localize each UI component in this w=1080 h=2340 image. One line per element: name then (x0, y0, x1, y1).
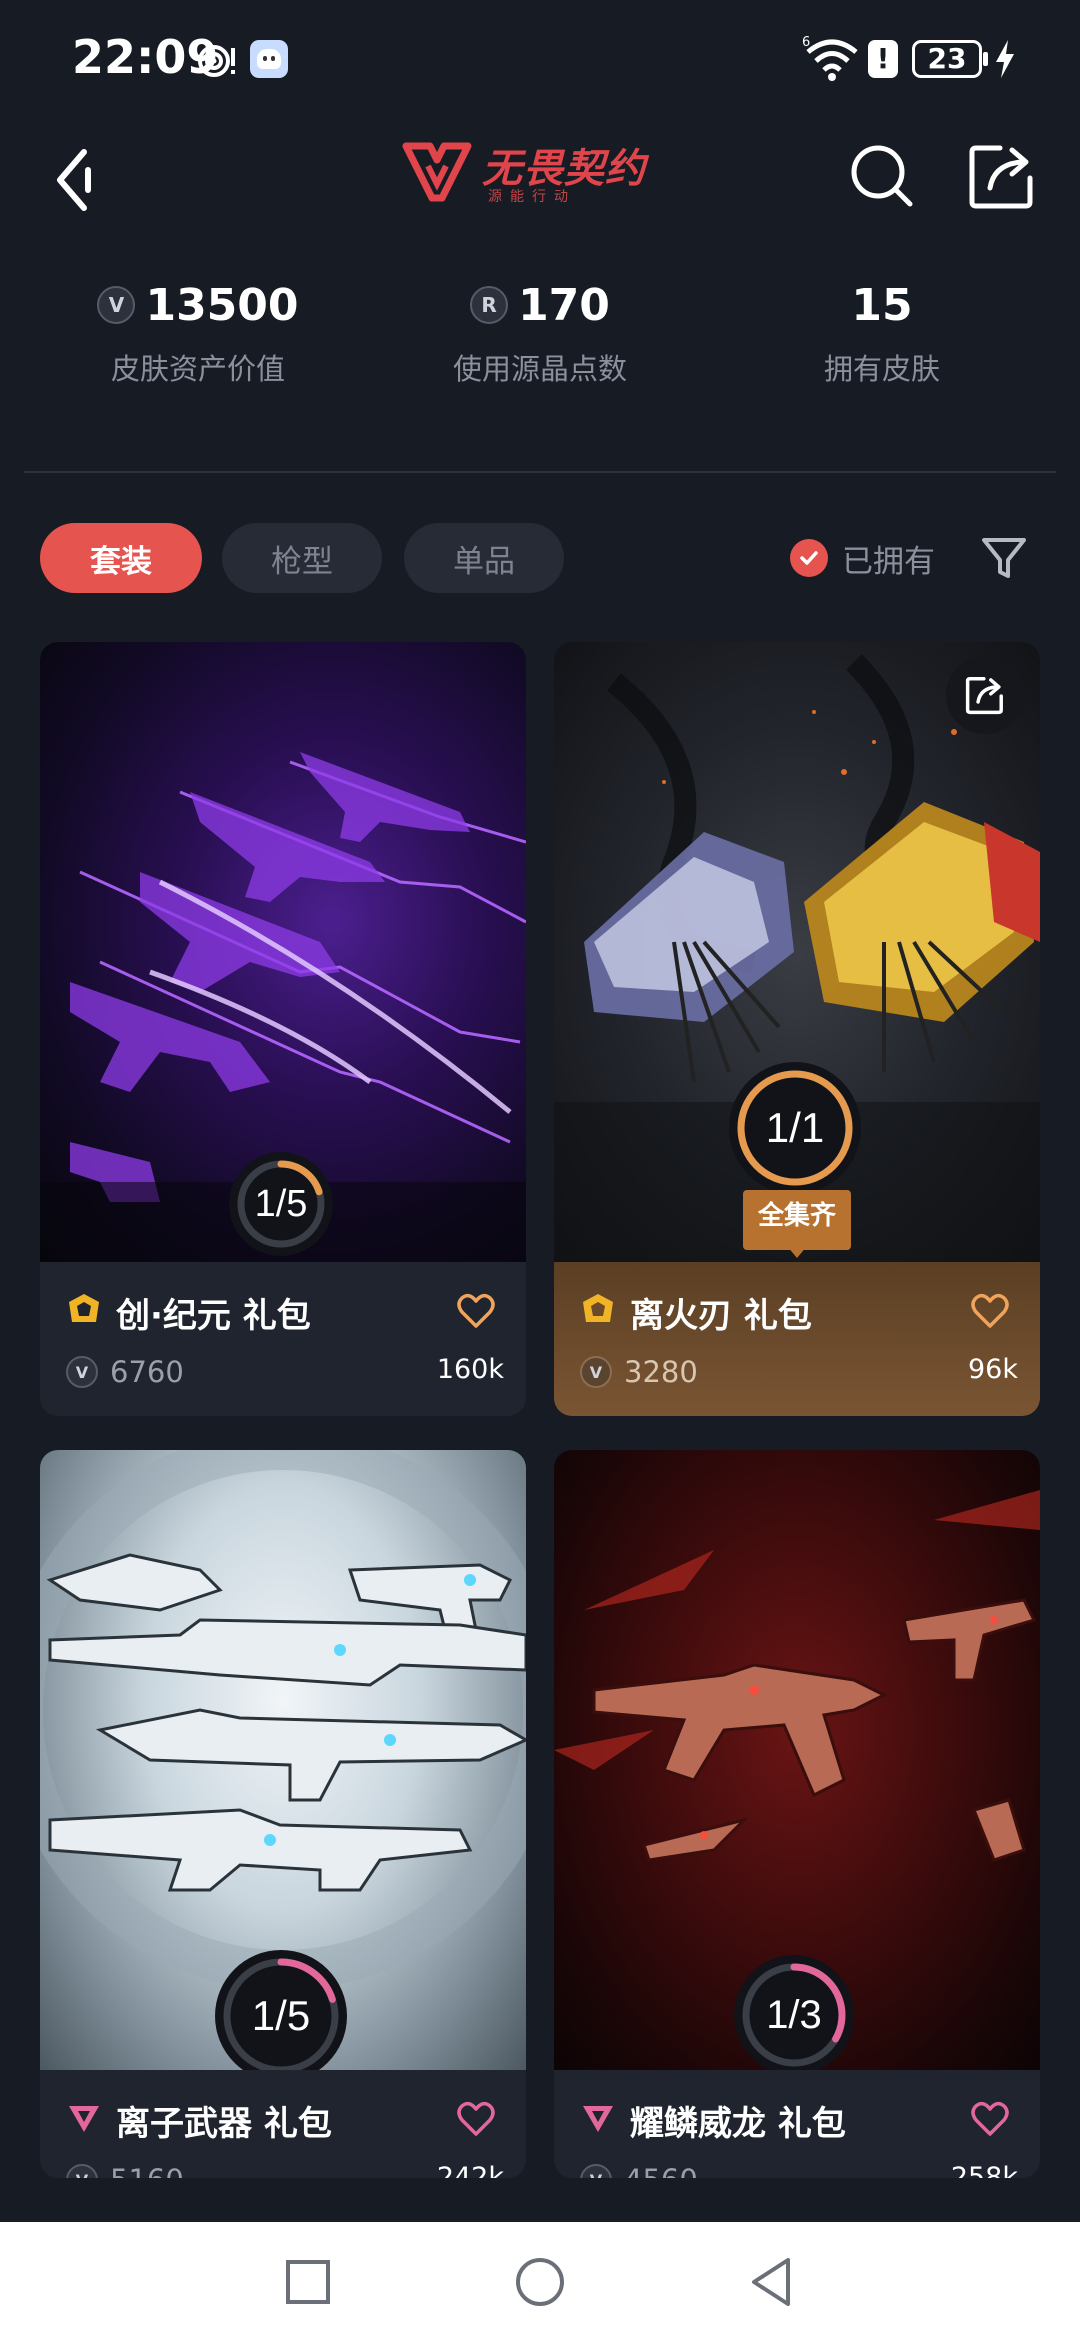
bundle-artwork: 1/5 (40, 642, 526, 1262)
hotspot-icon (198, 45, 235, 77)
bundle-artwork: 1/1 全集齐 (554, 642, 1040, 1262)
owned-toggle[interactable]: 已拥有 (790, 530, 935, 586)
bundle-artwork: 1/3 (554, 1450, 1040, 2070)
heart-icon[interactable] (456, 1292, 496, 1330)
valorant-points-icon: V (66, 2164, 98, 2178)
stat-owned-skins: 15 拥有皮肤 (712, 270, 1052, 410)
share-button[interactable] (964, 138, 1040, 214)
badge-pointer-icon (787, 1246, 807, 1258)
status-bar: 22:09 6 ! 23 (0, 0, 1080, 120)
heart-icon[interactable] (970, 1292, 1010, 1330)
page: 22:09 6 ! 23 无畏契约 源能行动 V 13500 皮肤资产价值 R … (0, 0, 1080, 2340)
valorant-points-icon: V (580, 2164, 612, 2178)
bundle-card[interactable]: 1/5 离子武器 礼包 V 5160 242k (40, 1450, 526, 2178)
stat-label: 使用源晶点数 (452, 352, 627, 386)
valorant-points-icon: V (580, 1356, 612, 1388)
valorant-points-icon: V (97, 286, 136, 324)
bundle-price: 3280 (624, 1355, 698, 1389)
likes-count: 160k (436, 1354, 504, 1385)
pink-tier-icon (583, 2106, 613, 2132)
bundle-card[interactable]: 1/5 创·纪元 礼包 V 6760 160k (40, 642, 526, 1416)
back-button[interactable] (36, 130, 126, 220)
stats-section: V 13500 皮肤资产价值 R 170 使用源晶点数 15 拥有皮肤 (0, 270, 1080, 420)
divider (24, 471, 1056, 473)
stat-asset-value: V 13500 皮肤资产价值 (28, 270, 368, 410)
logo-mark-icon (402, 142, 472, 202)
battery-level: 23 (927, 42, 967, 75)
collection-progress: 1/1 (729, 1062, 861, 1194)
collection-progress: 1/5 (215, 1950, 347, 2070)
svg-text:6: 6 (802, 35, 810, 50)
stat-value: 13500 (145, 279, 299, 331)
gold-tier-icon (69, 1294, 99, 1322)
pink-tier-icon (69, 2106, 99, 2132)
bundle-title: 创·纪元 礼包 (116, 1296, 311, 1336)
tab-bundles[interactable]: 套装 (40, 523, 202, 593)
stat-radianite-points: R 170 使用源晶点数 (370, 270, 710, 410)
radianite-points-icon: R (470, 286, 509, 324)
bundle-title: 离火刃 礼包 (630, 1296, 812, 1336)
nav-back-button[interactable] (742, 2252, 802, 2312)
likes-count: 242k (436, 2162, 504, 2178)
bundle-card[interactable]: 1/1 全集齐 离火刃 礼包 V 3280 96k (554, 642, 1040, 1416)
share-card-button[interactable] (946, 656, 1024, 734)
price-row: V 3280 (580, 1352, 698, 1392)
likes-count: 258k (950, 2162, 1018, 2178)
collection-progress: 1/5 (229, 1152, 333, 1256)
stat-label: 拥有皮肤 (823, 352, 940, 386)
progress-text: 1/1 (765, 1104, 825, 1151)
tab-single-items[interactable]: 单品 (404, 523, 564, 593)
app-header: 无畏契约 源能行动 (0, 120, 1080, 230)
bundle-card[interactable]: 1/3 耀鳞威龙 礼包 V 4560 258k (554, 1450, 1040, 2178)
progress-text: 1/5 (251, 1992, 311, 2039)
battery-icon: 23 (912, 40, 982, 78)
bundle-info: 创·纪元 礼包 V 6760 160k (40, 1262, 526, 1416)
valorant-points-icon: V (66, 1356, 98, 1388)
stat-value: 170 (518, 279, 610, 331)
price-row: V 4560 (580, 2160, 698, 2178)
bundle-title: 离子武器 礼包 (116, 2104, 332, 2144)
scroll-fade (0, 2178, 1080, 2222)
bundle-artwork: 1/5 (40, 1450, 526, 2070)
alert-icon: ! (868, 40, 898, 78)
system-nav-bar (0, 2222, 1080, 2340)
recent-apps-button[interactable] (278, 2252, 338, 2312)
home-button[interactable] (510, 2252, 570, 2312)
logo-subtitle: 源能行动 (488, 189, 576, 205)
complete-badge-label: 全集齐 (757, 1201, 836, 1231)
bundle-price: 5160 (110, 2163, 184, 2178)
complete-badge: 全集齐 (743, 1190, 851, 1258)
gold-tier-icon (583, 1294, 613, 1322)
price-row: V 6760 (66, 1352, 184, 1392)
progress-text: 1/5 (254, 1182, 308, 1225)
share-icon (965, 677, 1003, 715)
owned-label: 已拥有 (842, 543, 935, 580)
app-logo: 无畏契约 源能行动 (402, 134, 682, 210)
filter-button[interactable] (976, 530, 1032, 586)
likes-count: 96k (968, 1354, 1018, 1385)
bundle-info: 离火刃 礼包 V 3280 96k (554, 1262, 1040, 1416)
progress-text: 1/3 (766, 1992, 822, 2037)
search-button[interactable] (846, 140, 918, 212)
bundle-price: 4560 (624, 2163, 698, 2178)
bundle-price: 6760 (110, 1355, 184, 1389)
app-notification-icon (250, 40, 288, 78)
tab-weapon-type[interactable]: 枪型 (222, 523, 382, 593)
charging-icon (996, 40, 1014, 78)
heart-icon[interactable] (970, 2100, 1010, 2138)
wifi-icon: 6 (802, 35, 858, 81)
collection-progress: 1/3 (734, 1955, 854, 2070)
stat-value: 15 (851, 279, 913, 331)
bundle-info: 耀鳞威龙 礼包 V 4560 258k (554, 2070, 1040, 2178)
check-icon (790, 539, 828, 577)
bundle-info: 离子武器 礼包 V 5160 242k (40, 2070, 526, 2178)
bundle-title: 耀鳞威龙 礼包 (630, 2104, 846, 2144)
battery-tip (983, 52, 988, 66)
heart-icon[interactable] (456, 2100, 496, 2138)
stat-label: 皮肤资产价值 (110, 352, 285, 386)
price-row: V 5160 (66, 2160, 184, 2178)
